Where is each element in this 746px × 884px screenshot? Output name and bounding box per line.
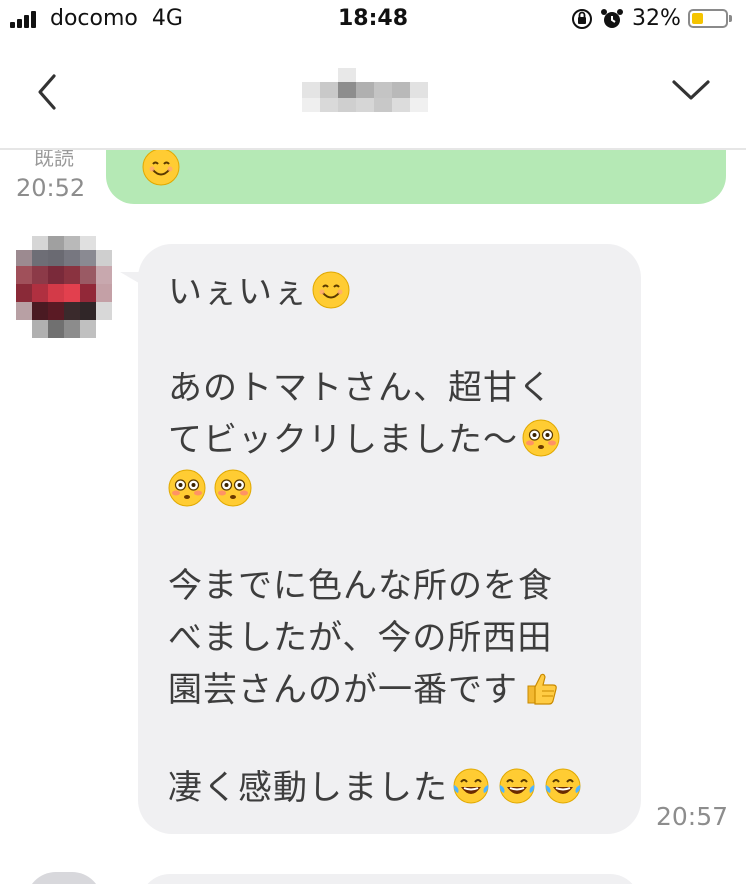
chat-header <box>0 38 746 150</box>
tears-of-joy-emoji-icon <box>452 767 490 805</box>
outgoing-message-bubble[interactable] <box>106 150 726 204</box>
message-line: 凄く感動しました <box>168 764 582 812</box>
battery-percent: 32% <box>632 6 681 31</box>
smiling-face-emoji-icon <box>142 150 180 186</box>
flushed-face-emoji-icon <box>522 419 560 457</box>
tears-of-joy-emoji-icon <box>498 767 536 805</box>
message-line: いぇいぇ <box>168 268 350 316</box>
read-receipt-label: 既読 <box>34 150 74 170</box>
next-message-bubble[interactable] <box>140 874 640 884</box>
flushed-face-emoji-icon <box>168 469 206 507</box>
status-bar: docomo 4G 18:48 32% <box>0 0 746 38</box>
smiling-face-emoji-icon <box>312 271 350 309</box>
incoming-message-bubble[interactable] <box>138 244 641 834</box>
message-timestamp: 20:57 <box>656 802 729 831</box>
message-line: てビックリしました〜 <box>168 416 560 464</box>
chevron-left-icon <box>38 74 56 110</box>
chat-title-pixelated <box>300 68 440 112</box>
message-line: あのトマトさん、超甘く <box>168 368 553 408</box>
chevron-down-icon <box>672 80 710 100</box>
orientation-lock-icon <box>570 7 594 31</box>
chat-area[interactable]: 既読 20:52 いぇいぇ あのトマトさん、超甘く てビックリしました〜 今まで… <box>0 150 746 884</box>
message-line: べましたが、今の所西田 <box>168 618 553 658</box>
message-timestamp: 20:52 <box>16 174 86 202</box>
message-line: 園芸さんのが一番です <box>168 666 560 714</box>
next-sender-avatar[interactable] <box>26 872 102 884</box>
thumbs-up-emoji-icon <box>522 669 560 707</box>
alarm-icon <box>600 7 624 31</box>
flushed-face-emoji-icon <box>214 469 252 507</box>
menu-toggle-button[interactable] <box>670 74 712 108</box>
back-button[interactable] <box>30 72 64 112</box>
sender-avatar-pixelated[interactable] <box>16 236 112 340</box>
message-line: 今までに色んな所のを食 <box>168 566 553 606</box>
battery-icon <box>688 9 732 28</box>
message-line <box>168 466 252 514</box>
tears-of-joy-emoji-icon <box>544 767 582 805</box>
